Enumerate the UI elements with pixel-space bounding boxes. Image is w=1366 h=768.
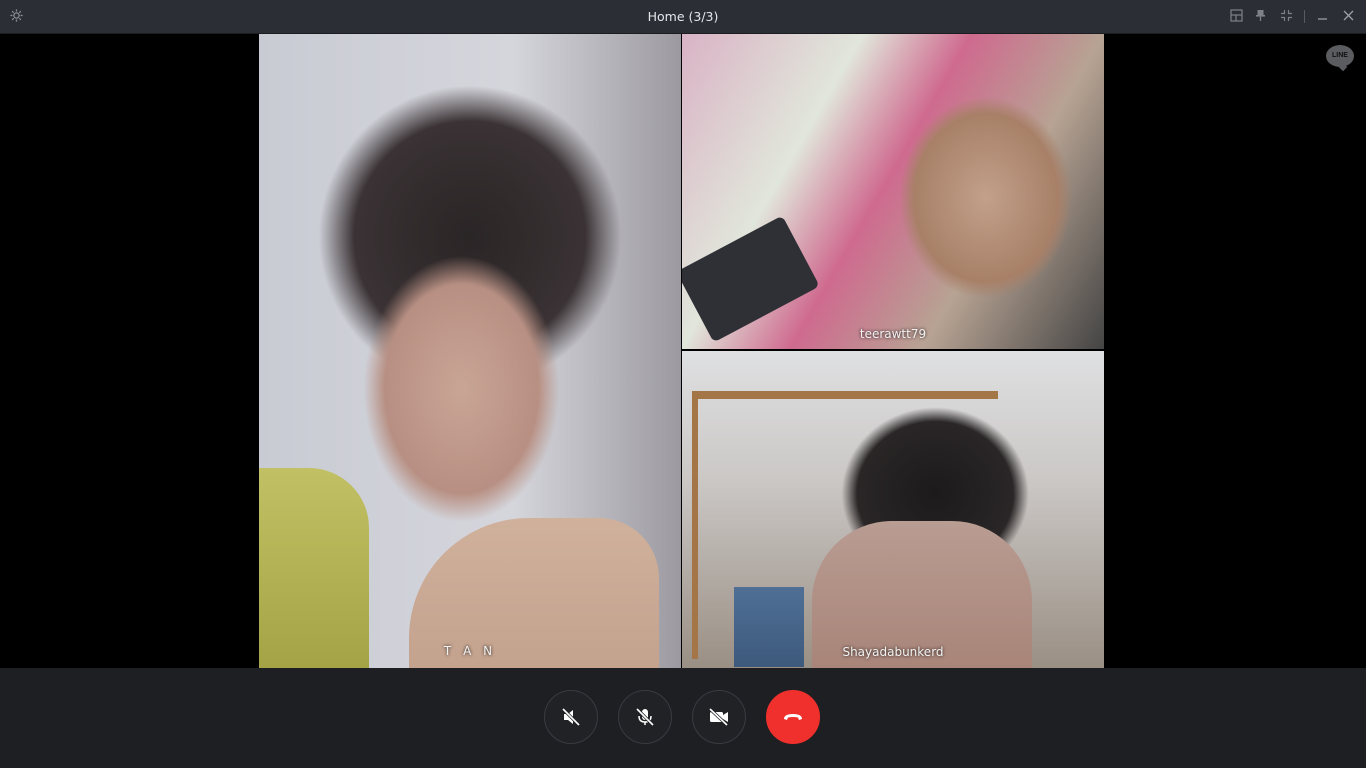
call-control-bar: [0, 668, 1366, 768]
video-tile-tan[interactable]: T A N: [259, 34, 681, 668]
end-call-button[interactable]: [766, 690, 820, 744]
video-off-icon: [708, 707, 729, 727]
video-feed-shape: [682, 215, 820, 343]
speaker-muted-icon: [561, 707, 581, 727]
video-feed-shape: [259, 468, 369, 668]
titlebar-divider: [1304, 10, 1305, 23]
participant-name: Shayadabunkerd: [842, 645, 944, 659]
speaker-mute-button[interactable]: [544, 690, 598, 744]
close-icon[interactable]: [1342, 9, 1356, 23]
mic-muted-icon: [635, 707, 655, 727]
hang-up-icon: [784, 714, 802, 720]
participant-name: T A N: [443, 644, 497, 658]
line-logo: LINE: [1326, 45, 1354, 67]
video-grid: T A N teerawtt79 Shayadabunkerd: [0, 34, 1366, 668]
title-bar: Home (3/3): [0, 0, 1366, 34]
pin-icon[interactable]: [1254, 9, 1268, 23]
layout-icon[interactable]: [1230, 9, 1244, 23]
participant-name: teerawtt79: [859, 327, 927, 341]
video-toggle-button[interactable]: [692, 690, 746, 744]
video-tile-teerawtt79[interactable]: teerawtt79: [682, 34, 1104, 349]
minimize-icon[interactable]: [1316, 9, 1330, 23]
video-tile-shayadabunkerd[interactable]: Shayadabunkerd: [682, 351, 1104, 668]
shrink-icon[interactable]: [1280, 9, 1294, 23]
mic-mute-button[interactable]: [618, 690, 672, 744]
window-title: Home (3/3): [647, 9, 719, 24]
